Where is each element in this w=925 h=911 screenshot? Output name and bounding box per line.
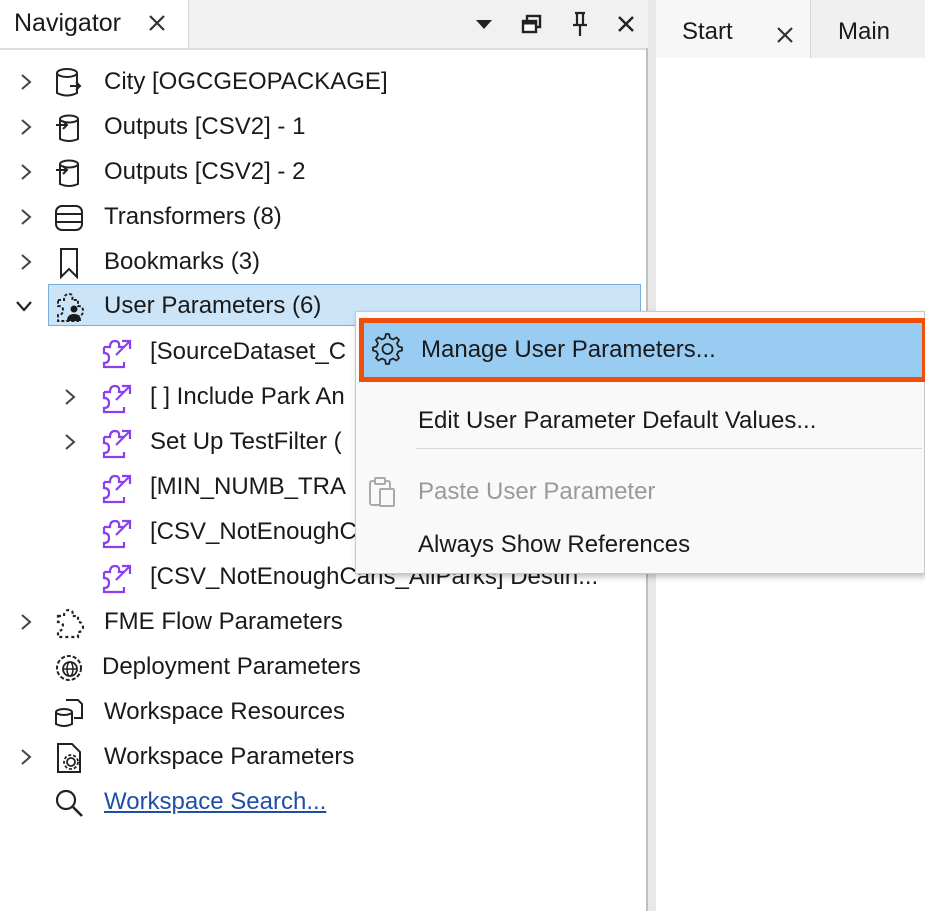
parameter-icon bbox=[102, 384, 132, 414]
close-icon[interactable] bbox=[146, 12, 168, 34]
menu-separator bbox=[416, 448, 922, 449]
menu-item-label: Always Show References bbox=[418, 531, 691, 558]
tree-item-label: City [OGCGEOPACKAGE] bbox=[104, 68, 388, 95]
flow-parameters-icon bbox=[56, 608, 85, 639]
tree-item-label: Deployment Parameters bbox=[102, 653, 361, 680]
database-reader-icon bbox=[56, 68, 82, 97]
tree-item-outputs-2[interactable]: Outputs [CSV2] - 2 bbox=[0, 150, 646, 194]
application-window: Navigator City [OGCGEOPACKAGE] Outputs [… bbox=[0, 0, 925, 911]
workspace-resources-icon bbox=[55, 699, 83, 727]
tree-item-fme-flow-parameters[interactable]: FME Flow Parameters bbox=[0, 600, 646, 644]
chevron-right-icon[interactable] bbox=[60, 387, 80, 407]
workspace-parameters-icon bbox=[57, 743, 81, 773]
tree-item-label: [CSV_NotEnoughC bbox=[150, 518, 357, 545]
context-menu: Manage User Parameters... Edit User Para… bbox=[355, 311, 925, 574]
tree-item-label: Set Up TestFilter ( bbox=[150, 428, 342, 455]
tree-item-label: Outputs [CSV2] - 2 bbox=[104, 158, 306, 185]
float-window-icon[interactable] bbox=[518, 10, 546, 38]
tab-label: Main bbox=[838, 18, 891, 45]
tree-item-label: Bookmarks (3) bbox=[104, 248, 261, 275]
parameter-icon bbox=[102, 519, 132, 549]
navigator-title: Navigator bbox=[14, 9, 121, 37]
deployment-parameters-icon bbox=[56, 655, 82, 681]
menu-item-label: Edit User Parameter Default Values... bbox=[418, 407, 817, 434]
parameter-icon bbox=[102, 564, 132, 594]
tree-item-workspace-parameters[interactable]: Workspace Parameters bbox=[0, 735, 646, 779]
chevron-right-icon[interactable] bbox=[60, 432, 80, 452]
tree-item-label: [SourceDataset_C bbox=[150, 338, 347, 365]
close-panel-icon[interactable] bbox=[612, 10, 640, 38]
header-divider bbox=[0, 48, 648, 50]
parameter-icon bbox=[102, 429, 132, 459]
chevron-right-icon[interactable] bbox=[16, 117, 36, 137]
tree-item-label: Transformers (8) bbox=[104, 203, 282, 230]
tree-item-label: Workspace Parameters bbox=[104, 743, 355, 770]
tree-item-label: [ ] Include Park An bbox=[150, 383, 345, 410]
tree-item-bookmarks[interactable]: Bookmarks (3) bbox=[0, 240, 646, 284]
parameter-icon bbox=[102, 474, 132, 504]
dropdown-arrow-icon[interactable] bbox=[470, 10, 498, 38]
tab-start[interactable]: Start bbox=[656, 0, 811, 58]
paste-icon bbox=[369, 477, 395, 507]
tree-item-city[interactable]: City [OGCGEOPACKAGE] bbox=[0, 60, 646, 104]
close-icon[interactable] bbox=[774, 24, 796, 46]
chevron-right-icon[interactable] bbox=[16, 72, 36, 92]
chevron-right-icon[interactable] bbox=[16, 747, 36, 767]
search-icon bbox=[55, 789, 83, 817]
tab-label: Start bbox=[682, 18, 733, 45]
tree-item-workspace-search[interactable]: Workspace Search... bbox=[0, 780, 646, 824]
writer-icon bbox=[56, 159, 79, 187]
chevron-right-icon[interactable] bbox=[16, 612, 36, 632]
parameter-icon bbox=[102, 339, 132, 369]
tree-item-label: User Parameters (6) bbox=[104, 292, 322, 319]
tree-item-label: [MIN_NUMB_TRA bbox=[150, 473, 347, 500]
navigator-header: Navigator bbox=[0, 0, 648, 50]
tree-item-label: Workspace Resources bbox=[104, 698, 345, 725]
menu-item-always-show-references[interactable]: Always Show References bbox=[356, 518, 924, 572]
chevron-right-icon[interactable] bbox=[16, 252, 36, 272]
tree-item-workspace-resources[interactable]: Workspace Resources bbox=[0, 690, 646, 734]
writer-icon bbox=[56, 114, 79, 142]
menu-item-paste-user-parameter: Paste User Parameter bbox=[356, 465, 924, 519]
tree-item-outputs-1[interactable]: Outputs [CSV2] - 1 bbox=[0, 105, 646, 149]
tree-item-label: FME Flow Parameters bbox=[104, 608, 343, 635]
tree-item-label: Outputs [CSV2] - 1 bbox=[104, 113, 306, 140]
pin-icon[interactable] bbox=[566, 10, 594, 38]
chevron-right-icon[interactable] bbox=[16, 162, 36, 182]
tree-item-transformers[interactable]: Transformers (8) bbox=[0, 195, 646, 239]
gear-icon bbox=[372, 333, 403, 365]
transformers-icon bbox=[55, 205, 83, 231]
menu-item-label: Manage User Parameters... bbox=[421, 336, 716, 363]
user-parameters-icon bbox=[57, 292, 85, 322]
tab-main[interactable]: Main bbox=[811, 0, 925, 58]
navigator-tab[interactable]: Navigator bbox=[0, 0, 189, 48]
bookmark-icon bbox=[60, 248, 78, 280]
menu-item-manage-user-parameters[interactable]: Manage User Parameters... bbox=[359, 318, 925, 382]
workspace-search-link[interactable]: Workspace Search... bbox=[104, 788, 326, 816]
menu-item-edit-default-values[interactable]: Edit User Parameter Default Values... bbox=[356, 394, 924, 448]
menu-item-label: Paste User Parameter bbox=[418, 478, 656, 505]
chevron-down-icon[interactable] bbox=[14, 296, 34, 316]
canvas-tabstrip: Start Main bbox=[648, 0, 925, 58]
chevron-right-icon[interactable] bbox=[16, 207, 36, 227]
tree-item-deployment-parameters[interactable]: Deployment Parameters bbox=[0, 645, 646, 689]
